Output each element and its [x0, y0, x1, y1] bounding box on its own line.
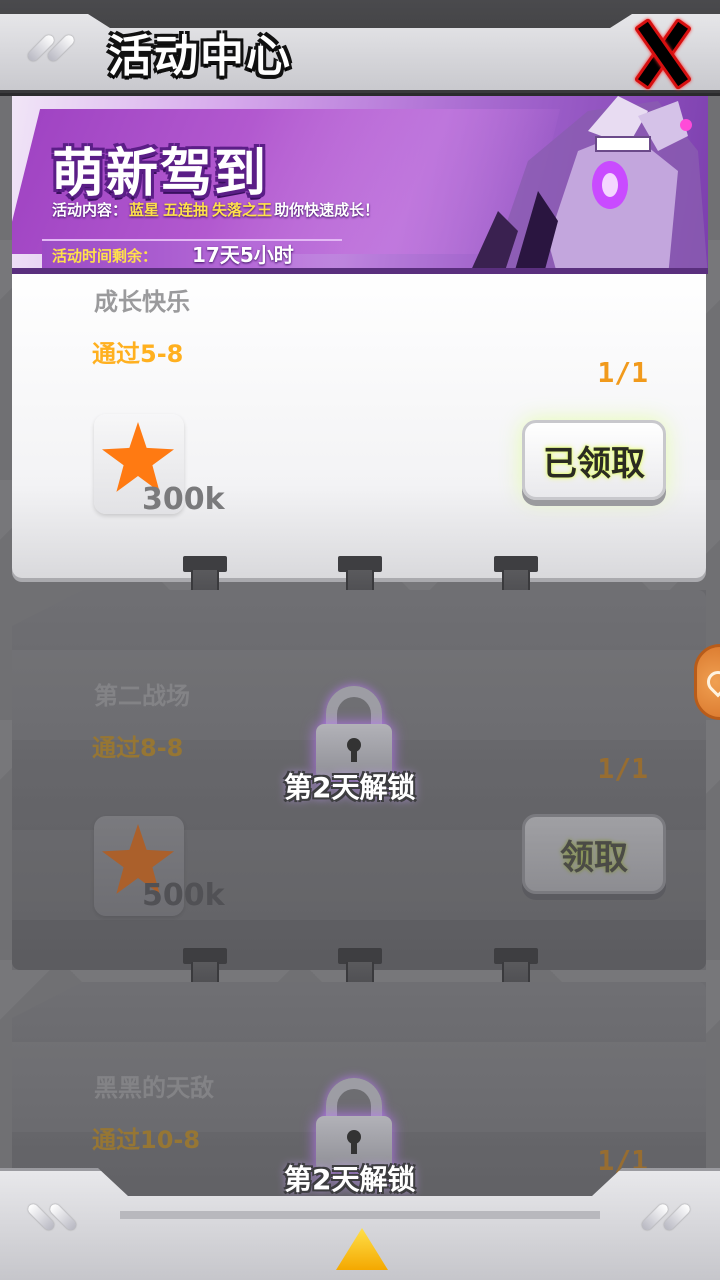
time-remaining-value: 17天5小时	[192, 243, 294, 267]
side-float-button[interactable]	[694, 644, 720, 720]
heart-icon	[702, 666, 720, 698]
lock-icon	[316, 686, 392, 780]
reward-amount: 300k	[142, 482, 225, 517]
claimed-button[interactable]: 已领取	[522, 420, 666, 500]
decor-slashes	[22, 32, 82, 63]
banner-content: 活动内容： 蓝星 五连抽 失落之王 助你快速成长！	[52, 201, 380, 219]
time-remaining-label: 活动时间剩余：	[52, 247, 158, 265]
task-condition: 通过5-8	[92, 340, 184, 368]
task-card-2: 第二战场 通过8-8 1/1 500k 领取 第2天解锁	[12, 590, 706, 970]
mecha-illustration	[472, 96, 708, 268]
task-name: 成长快乐	[94, 288, 190, 316]
unlock-text: 第2天解锁	[284, 771, 416, 804]
decor-slashes	[640, 1201, 710, 1241]
unlock-text: 第2天解锁	[284, 1163, 416, 1196]
banner-headline: 萌新驾到	[52, 144, 269, 204]
lock-icon	[316, 1078, 392, 1172]
event-banner: 萌新驾到 活动内容： 蓝星 五连抽 失落之王 助你快速成长！ 活动时间剩余： 17天5小…	[12, 88, 708, 274]
task-card-1: 成长快乐 通过5-8 1/1 300k 已领取	[12, 268, 706, 578]
decor-slashes	[22, 1201, 92, 1241]
page-title: 活动中心	[108, 31, 292, 82]
close-button[interactable]	[626, 17, 698, 91]
task-progress: 1/1	[597, 356, 648, 389]
